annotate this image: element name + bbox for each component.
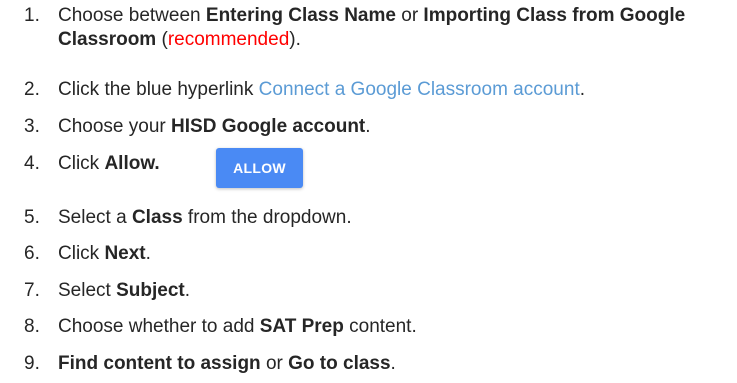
text-bold: Find content to assign	[58, 353, 261, 374]
connect-google-classroom-link[interactable]: Connect a Google Classroom account	[259, 79, 580, 100]
step-number: 8.	[24, 316, 40, 337]
step-number: 1.	[24, 5, 40, 26]
text-bold: HISD Google account	[171, 116, 366, 137]
step-number: 9.	[24, 353, 40, 374]
text-run: Click the blue hyperlink	[58, 79, 259, 100]
step-text: Choose your HISD Google account.	[58, 115, 733, 139]
step-number: 5.	[24, 207, 40, 228]
text-run: .	[579, 79, 585, 100]
step-text: Choose whether to add SAT Prep content.	[58, 315, 733, 339]
text-bold: Class	[131, 207, 183, 228]
text-run: Choose whether to add	[58, 316, 260, 337]
step-text: Click Next.	[58, 242, 733, 266]
step-text: Choose between Entering Class Name or Im…	[58, 4, 733, 52]
text-run: .	[145, 243, 151, 264]
step-text: Click Allow.	[58, 152, 733, 176]
step-text: Click the blue hyperlink Connect a Googl…	[58, 78, 733, 102]
text-bold: Subject	[116, 280, 185, 301]
text-run: Select a	[58, 207, 132, 228]
text-run: Select	[58, 280, 117, 301]
text-run: .	[390, 353, 396, 374]
step-number: 2.	[24, 79, 40, 100]
allow-button[interactable]: ALLOW	[216, 148, 303, 188]
text-run: Choose between	[58, 5, 206, 26]
step-number: 6.	[24, 243, 40, 264]
step-number: 3.	[24, 116, 40, 137]
text-run: .	[365, 116, 371, 137]
step-text: Select a Class from the dropdown.	[58, 206, 733, 230]
text-run: Click	[58, 243, 105, 264]
text-run: Choose your	[58, 116, 172, 137]
step-text: Select Subject.	[58, 279, 733, 303]
allow-button-label: ALLOW	[233, 160, 286, 176]
text-bold: Entering Class Name	[205, 5, 396, 26]
text-run: from the dropdown.	[182, 207, 352, 228]
step-number: 7.	[24, 280, 40, 301]
text-run: (	[156, 29, 168, 50]
step-number: 4.	[24, 153, 40, 174]
text-run: .	[184, 280, 190, 301]
text-run: or	[395, 5, 424, 26]
text-run: content.	[343, 316, 417, 337]
text-run: Click	[58, 153, 105, 174]
text-run: or	[260, 353, 289, 374]
text-bold: SAT Prep	[259, 316, 344, 337]
text-bold: Allow.	[104, 153, 160, 174]
recommended-label: recommended	[167, 29, 290, 50]
text-run: ).	[289, 29, 301, 50]
text-bold: Next	[104, 243, 146, 264]
step-text: Find content to assign or Go to class.	[58, 352, 733, 376]
text-bold: Go to class	[288, 353, 391, 374]
